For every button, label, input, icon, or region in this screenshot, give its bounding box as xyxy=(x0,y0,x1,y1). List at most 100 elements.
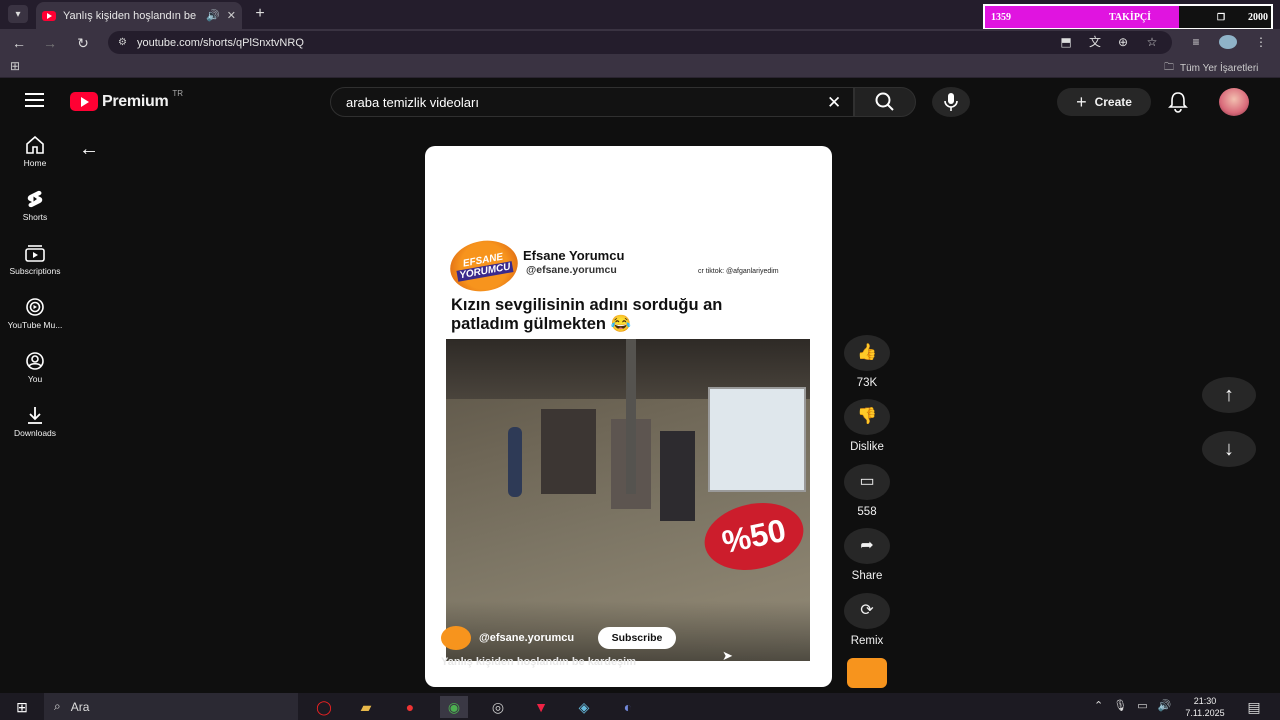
comments-button[interactable]: ▭ 558 xyxy=(840,464,894,518)
youtube-premium-logo[interactable]: Premium TR xyxy=(70,89,183,111)
zoom-icon[interactable]: ⊕ xyxy=(1114,33,1132,51)
thumbs-up-icon: 👍 xyxy=(844,335,890,371)
video-frame[interactable]: %50 xyxy=(446,339,810,661)
guide-item-downloads[interactable]: Downloads xyxy=(0,394,70,444)
guide-item-shorts[interactable]: Shorts xyxy=(0,178,70,228)
translate-icon[interactable]: 文 xyxy=(1086,33,1104,51)
sale-sign: %50 xyxy=(698,494,810,579)
reload-icon[interactable]: ↻ xyxy=(73,33,93,53)
opera-icon[interactable]: ◯ xyxy=(310,696,338,718)
comment-icon: ▭ xyxy=(844,464,890,500)
microphone-icon: 🎙 xyxy=(1113,700,1128,712)
search-icon xyxy=(875,92,894,111)
file-explorer-icon[interactable]: ▰ xyxy=(352,696,380,718)
home-icon xyxy=(26,136,44,154)
sound-thumbnail xyxy=(847,658,887,688)
media-controls-icon[interactable]: ≡ xyxy=(1187,33,1205,51)
thumbs-down-icon: 👎 xyxy=(844,399,890,435)
channel-logo: EFSANE YORUMCU xyxy=(446,235,522,297)
folder-icon: 🗀 xyxy=(1164,62,1174,73)
share-icon: ➦ xyxy=(844,528,890,564)
app-icon[interactable]: ◈ xyxy=(570,696,598,718)
subscribe-button[interactable]: Subscribe xyxy=(598,627,676,649)
guide-item-you[interactable]: You xyxy=(0,340,70,390)
install-app-icon[interactable]: ⬒ xyxy=(1057,33,1075,51)
all-bookmarks-button[interactable]: 🗀 Tüm Yer İşaretleri xyxy=(1164,60,1258,77)
browser-toolbar: ← → ↻ ⚙ youtube.com/shorts/qPlSnxtvNRQ ⬒… xyxy=(0,29,1280,56)
clock[interactable]: 21:30 7.11.2025 xyxy=(1178,695,1232,719)
network-icon: ▭ xyxy=(1137,700,1148,712)
media-player-icon[interactable]: ● xyxy=(396,696,424,718)
post-channel-name: Efsane Yorumcu xyxy=(523,248,625,263)
tab-search-button[interactable]: ▾ xyxy=(8,5,28,23)
search-button[interactable] xyxy=(854,87,916,117)
short-title[interactable]: Yanlış kişiden hoşlandın be kardeşim xyxy=(441,656,636,668)
mouse-cursor-icon: ➤ xyxy=(722,648,733,663)
tab-title: Yanlış kişiden hoşlandın be xyxy=(63,9,197,22)
logo-text: Premium xyxy=(102,92,169,110)
plus-icon: + xyxy=(1076,91,1087,112)
system-tray[interactable]: ⌃ 🎙 ▭ 🔊 xyxy=(1094,699,1171,712)
guide-label: YouTube Mu... xyxy=(7,320,63,330)
browser-menu-icon[interactable]: ⋮ xyxy=(1252,33,1270,51)
volume-icon: 🔊 xyxy=(1157,700,1172,712)
speaker-icon[interactable]: 🔊 xyxy=(206,9,220,22)
forward-icon[interactable]: → xyxy=(40,33,60,53)
notifications-button[interactable] xyxy=(1168,91,1188,118)
sound-source-button[interactable] xyxy=(840,658,894,688)
windows-start-icon[interactable]: ⊞ xyxy=(8,696,36,718)
browser-tab-bar: ▾ Yanlış kişiden hoşlandın be 🔊 ✕ + 1359… xyxy=(0,0,1280,30)
chrome-icon[interactable]: ◉ xyxy=(440,696,468,718)
like-count: 73K xyxy=(856,377,878,389)
account-avatar[interactable] xyxy=(1219,88,1249,116)
you-icon xyxy=(26,352,44,370)
channel-handle[interactable]: @efsane.yorumcu xyxy=(479,632,574,644)
previous-short-button[interactable]: ↑ xyxy=(1202,377,1256,413)
create-button[interactable]: + Create xyxy=(1057,88,1151,116)
taskbar-search[interactable]: ⌕ Ara xyxy=(44,693,298,720)
clock-time: 21:30 xyxy=(1193,696,1217,706)
guide-label: Downloads xyxy=(13,428,57,438)
pocket-icon[interactable]: ▼ xyxy=(527,696,555,718)
browser-tab[interactable]: Yanlış kişiden hoşlandın be 🔊 ✕ xyxy=(36,2,242,29)
guide-item-youtube-music[interactable]: YouTube Mu... xyxy=(0,286,70,336)
post-credit: cr tiktok: @afganlariyedim xyxy=(698,268,779,275)
site-info-icon[interactable]: ⚙ xyxy=(118,37,127,48)
back-icon[interactable]: ← xyxy=(9,33,29,53)
apps-grid-icon[interactable]: ⊞ xyxy=(10,59,20,73)
guide-item-subscriptions[interactable]: Subscriptions xyxy=(0,232,70,282)
new-tab-button[interactable]: + xyxy=(250,4,270,24)
obs-icon[interactable]: ◎ xyxy=(484,696,512,718)
menu-icon[interactable] xyxy=(25,93,44,107)
address-bar[interactable]: ⚙ youtube.com/shorts/qPlSnxtvNRQ xyxy=(108,31,1172,54)
like-button[interactable]: 👍 73K xyxy=(840,335,894,389)
share-button[interactable]: ➦ Share xyxy=(840,528,894,582)
post-caption: Kızın sevgilisinin adını sorduğu an patl… xyxy=(451,296,723,333)
profile-avatar-icon[interactable] xyxy=(1219,35,1237,49)
remix-icon: ⟳ xyxy=(844,593,890,629)
bookmark-star-icon[interactable]: ☆ xyxy=(1143,33,1161,51)
notification-center-icon[interactable]: ▤ xyxy=(1240,696,1268,718)
clock-date: 7.11.2025 xyxy=(1185,708,1225,718)
back-arrow-icon[interactable]: ← xyxy=(79,138,99,161)
remix-button[interactable]: ⟳ Remix xyxy=(840,593,894,647)
comment-count: 558 xyxy=(857,506,877,518)
taskbar-search-placeholder: Ara xyxy=(70,699,90,714)
clear-search-icon[interactable]: ✕ xyxy=(827,93,841,113)
display-case xyxy=(708,387,806,492)
guide-label: Shorts xyxy=(22,212,48,222)
all-bookmarks-label: Tüm Yer İşaretleri xyxy=(1180,63,1259,74)
next-short-button[interactable]: ↓ xyxy=(1202,431,1256,467)
shorts-player[interactable]: EFSANE YORUMCU Efsane Yorumcu @efsane.yo… xyxy=(425,146,832,687)
microphone-icon xyxy=(944,93,958,111)
share-label: Share xyxy=(851,570,883,582)
channel-avatar[interactable] xyxy=(441,626,471,650)
remix-label: Remix xyxy=(850,635,884,647)
guide-item-home[interactable]: Home xyxy=(0,124,70,174)
discord-icon[interactable]: ◐ xyxy=(614,696,642,718)
chevron-up-icon: ⌃ xyxy=(1094,700,1104,712)
close-tab-icon[interactable]: ✕ xyxy=(227,9,236,22)
voice-search-button[interactable] xyxy=(932,87,970,117)
search-input[interactable]: araba temizlik videoları xyxy=(330,87,854,117)
dislike-button[interactable]: 👎 Dislike xyxy=(840,399,894,453)
